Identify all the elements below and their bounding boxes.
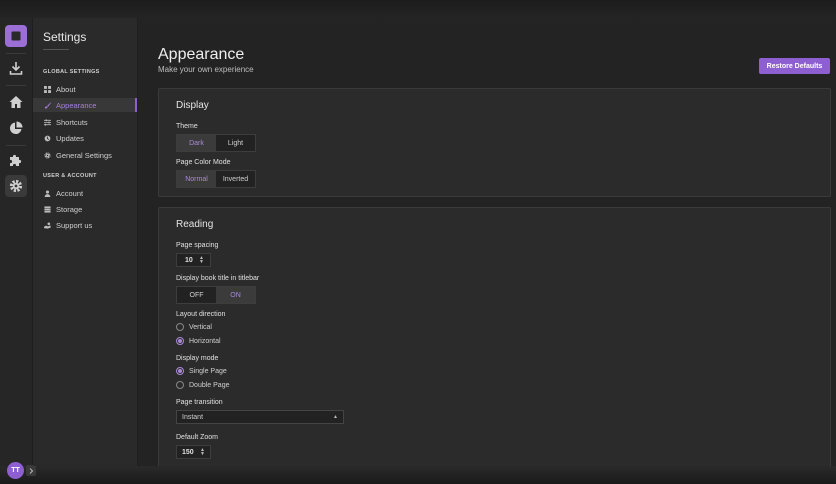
color-mode-option-inverted[interactable]: Inverted — [216, 171, 255, 187]
main-content: Appearance Make your own experience Rest… — [138, 18, 836, 466]
reading-title: Reading — [176, 219, 214, 230]
display-card: Display Theme Dark Light Page Color Mode… — [158, 88, 831, 197]
radio-selected-icon — [176, 337, 184, 345]
sidebar-item-about[interactable]: About — [33, 82, 137, 96]
theme-toggle: Dark Light — [176, 134, 256, 152]
brush-icon — [43, 101, 52, 110]
app-logo-icon[interactable] — [5, 25, 27, 47]
radio-icon — [176, 381, 184, 389]
page-title: Appearance — [158, 46, 245, 63]
default-zoom-stepper[interactable]: 150 ▲ ▼ — [176, 445, 211, 459]
stepper-arrows-icon[interactable]: ▲ ▼ — [199, 256, 204, 265]
restore-defaults-button[interactable]: Restore Defaults — [759, 58, 830, 74]
puzzle-icon[interactable] — [5, 149, 27, 171]
grid-icon — [43, 85, 52, 94]
theme-option-dark[interactable]: Dark — [177, 135, 216, 151]
titlebar-option-off[interactable]: OFF — [177, 287, 216, 303]
gear-icon[interactable] — [5, 175, 27, 197]
home-icon[interactable] — [5, 91, 27, 113]
section-user-account: USER & ACCOUNT — [43, 173, 97, 179]
page-transition-label: Page transition — [176, 399, 223, 406]
database-icon — [43, 205, 52, 214]
update-icon — [43, 134, 52, 143]
page-color-mode-toggle: Normal Inverted — [176, 170, 256, 188]
chart-icon[interactable] — [5, 117, 27, 139]
sidebar-item-storage[interactable]: Storage — [33, 202, 137, 216]
titlebar-toggle: OFF ON — [176, 286, 256, 304]
radio-selected-icon — [176, 367, 184, 375]
layout-option-horizontal[interactable]: Horizontal — [176, 336, 221, 346]
reading-card: Reading Page spacing 10 ▲ ▼ Display book … — [158, 207, 831, 466]
sidebar-item-shortcuts[interactable]: Shortcuts — [33, 115, 137, 129]
sidebar-item-support-us[interactable]: Support us — [33, 218, 137, 232]
theme-option-light[interactable]: Light — [216, 135, 255, 151]
sidebar-item-appearance[interactable]: Appearance — [33, 98, 137, 112]
display-mode-option-double[interactable]: Double Page — [176, 380, 229, 390]
radio-icon — [176, 323, 184, 331]
page-spacing-stepper[interactable]: 10 ▲ ▼ — [176, 253, 211, 267]
display-mode-label: Display mode — [176, 355, 219, 362]
layout-option-vertical[interactable]: Vertical — [176, 322, 212, 332]
color-mode-option-normal[interactable]: Normal — [177, 171, 216, 187]
chevron-right-icon — [29, 467, 33, 474]
titlebar-label: Display book title in titlebar — [176, 275, 260, 282]
avatar[interactable]: TT — [7, 462, 24, 479]
user-icon — [43, 189, 52, 198]
sidebar-title: Settings — [43, 30, 87, 44]
sidebar-item-account[interactable]: Account — [33, 186, 137, 200]
expand-sidebar-button[interactable] — [26, 465, 36, 476]
page-spacing-label: Page spacing — [176, 242, 219, 249]
titlebar-option-on[interactable]: ON — [216, 287, 255, 303]
default-zoom-label: Default Zoom — [176, 434, 219, 441]
theme-label: Theme — [176, 123, 198, 130]
layout-direction-label: Layout direction — [176, 311, 226, 318]
caret-up-icon: ▲ — [333, 414, 338, 420]
page-transition-select[interactable]: Instant ▲ — [176, 410, 344, 424]
support-icon — [43, 221, 52, 230]
sidebar-item-updates[interactable]: Updates — [33, 131, 137, 145]
sidebar-item-general-settings[interactable]: General Settings — [33, 148, 137, 162]
download-icon[interactable] — [5, 57, 27, 79]
sliders-icon — [43, 118, 52, 127]
display-mode-option-single[interactable]: Single Page — [176, 366, 227, 376]
display-title: Display — [176, 100, 209, 111]
section-global-settings: GLOBAL SETTINGS — [43, 69, 100, 75]
settings-sidebar: Settings GLOBAL SETTINGS About Appearanc… — [33, 18, 138, 466]
stepper-arrows-icon[interactable]: ▲ ▼ — [200, 448, 205, 457]
icon-rail: TT — [0, 18, 36, 479]
gear-icon — [43, 151, 52, 160]
page-subtitle: Make your own experience — [158, 65, 254, 74]
page-color-mode-label: Page Color Mode — [176, 159, 231, 166]
